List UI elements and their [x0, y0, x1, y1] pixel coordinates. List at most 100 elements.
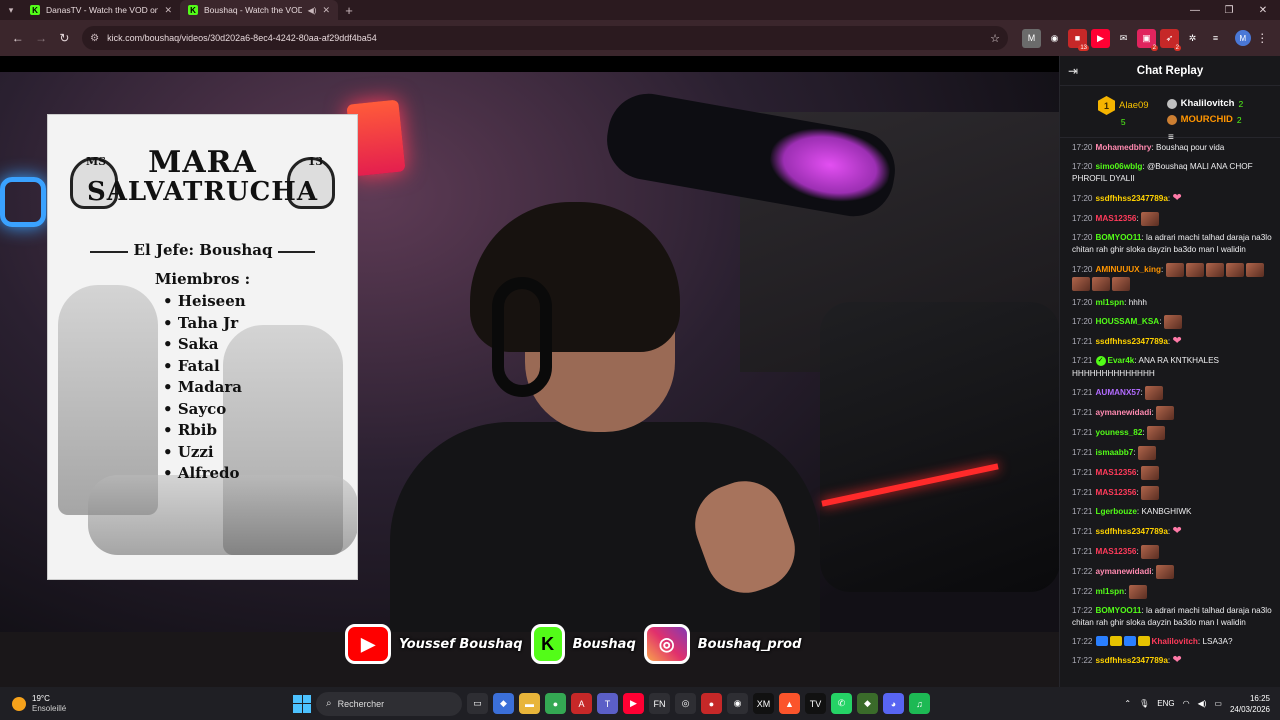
message-username[interactable]: ml1spn — [1096, 298, 1125, 307]
message-username[interactable]: ssdfhhss2347789a — [1096, 527, 1168, 536]
leaderboard-second[interactable]: Khalilovitch 2 — [1166, 98, 1243, 109]
minimize-icon[interactable]: — — [1178, 0, 1212, 20]
close-tab-icon[interactable]: ✕ — [164, 5, 172, 16]
profile-avatar[interactable]: M — [1235, 30, 1251, 46]
streamer — [390, 202, 820, 687]
message-time: 17:21 — [1072, 526, 1093, 536]
address-bar[interactable]: ⚙ kick.com/boushaq/videos/30d202a6-8ec4-… — [82, 26, 1009, 50]
explorer-icon[interactable]: ▬ — [519, 693, 540, 714]
heart-emote-icon: ❤ — [1172, 335, 1182, 347]
emote-icon — [1141, 466, 1160, 480]
message-username[interactable]: AMINUUUX_king — [1096, 265, 1162, 274]
chat-message: 17:21 MAS12356: — [1072, 466, 1272, 480]
teams-icon[interactable]: T — [597, 693, 618, 714]
message-time: 17:21 — [1072, 408, 1093, 418]
message-username[interactable]: Lgerbouze — [1096, 507, 1137, 516]
rocket-ext-icon[interactable]: ➶ 2 — [1160, 28, 1182, 51]
leaderboard-third[interactable]: MOURCHID 2 — [1166, 114, 1244, 125]
message-username[interactable]: ssdfhhss2347789a — [1096, 656, 1168, 665]
mic-icon[interactable]: 🎙 — [1139, 699, 1149, 708]
extension-glyph: ✉ — [1119, 32, 1128, 43]
message-username[interactable]: aymanewidadi — [1096, 567, 1152, 576]
close-tab-icon[interactable]: ✕ — [322, 5, 330, 16]
message-username[interactable]: ssdfhhss2347789a — [1096, 194, 1168, 203]
mail-ext-icon[interactable]: ✉ — [1114, 28, 1134, 48]
playlist-icon[interactable]: ≡ — [1206, 28, 1226, 48]
chrome-icon[interactable]: ● — [545, 693, 566, 714]
spotify-icon[interactable]: ♫ — [909, 693, 930, 714]
forward-button[interactable]: → — [29, 26, 52, 50]
chat-message: 17:20 Mohamedbhry: Boushaq pour vida — [1072, 142, 1272, 155]
m-ext-icon[interactable]: M — [1022, 28, 1042, 48]
language-indicator[interactable]: ENG — [1157, 699, 1174, 708]
emote-icon — [1141, 486, 1160, 500]
obs-icon[interactable]: ◉ — [727, 693, 748, 714]
message-username[interactable]: AUMANX57 — [1096, 388, 1141, 397]
record-icon[interactable]: ● — [701, 693, 722, 714]
member-item: Uzzi — [163, 442, 246, 464]
tradingview-icon[interactable]: TV — [805, 693, 826, 714]
message-username[interactable]: ml1spn — [1096, 587, 1125, 596]
cards-ext-icon[interactable]: ▣ 2 — [1137, 28, 1159, 51]
tab-search-icon[interactable]: ▾ — [0, 0, 22, 20]
message-username[interactable]: MAS12356 — [1096, 547, 1137, 556]
message-username[interactable]: youness_82 — [1096, 428, 1143, 437]
audio-playing-icon[interactable]: ◀) — [308, 6, 317, 15]
video-player[interactable]: MS 13 MARA SALVATRUCHA El Jefe: Boushaq … — [0, 72, 1059, 687]
yt-ext-icon[interactable]: ▶ — [1091, 28, 1111, 48]
taskview-icon[interactable]: ▭ — [467, 693, 488, 714]
whatsapp-icon[interactable]: ✆ — [831, 693, 852, 714]
poster-jefe: El Jefe: Boushaq — [128, 241, 278, 259]
taskbar-search[interactable]: ⌕ Rechercher — [316, 691, 462, 716]
message-username[interactable]: BOMYOO11 — [1096, 606, 1142, 615]
bookmark-star-icon[interactable]: ☆ — [990, 32, 1000, 45]
message-username[interactable]: HOUSSAM_KSA — [1096, 317, 1160, 326]
message-username[interactable]: Evar4k — [1108, 356, 1135, 365]
xm-icon[interactable]: XM — [753, 693, 774, 714]
brave-icon[interactable]: ▲ — [779, 693, 800, 714]
weather-widget[interactable]: 19°C Ensoleillé — [12, 694, 66, 714]
message-username[interactable]: MAS12356 — [1096, 488, 1137, 497]
fn-icon[interactable]: FN — [649, 693, 670, 714]
expand-leaderboard-icon[interactable]: ≡ — [1168, 132, 1174, 143]
message-username[interactable]: simo06wblg — [1096, 162, 1143, 171]
wifi-icon[interactable]: ◠ — [1183, 699, 1190, 708]
collapse-chat-icon[interactable]: ⇥ — [1068, 64, 1078, 78]
message-username[interactable]: Khalilovitch — [1152, 637, 1198, 646]
message-username[interactable]: aymanewidadi — [1096, 408, 1152, 417]
sound-icon[interactable]: ◉ — [1045, 28, 1065, 48]
message-username[interactable]: ismaabb7 — [1096, 448, 1134, 457]
copilot-icon[interactable]: ◆ — [493, 693, 514, 714]
message-username[interactable]: BOMYOO11 — [1096, 233, 1142, 242]
emote-icon — [1112, 276, 1130, 291]
battery-icon[interactable]: ▭ — [1214, 699, 1222, 708]
message-username[interactable]: ssdfhhss2347789a — [1096, 337, 1168, 346]
tray-overflow-icon[interactable]: ⌃ — [1124, 699, 1131, 708]
browser-menu-icon[interactable]: ⋮ — [1251, 26, 1274, 50]
message-username[interactable]: MAS12356 — [1096, 214, 1137, 223]
message-username[interactable]: Mohamedbhry — [1096, 143, 1152, 152]
kick-favicon-icon: K — [30, 5, 40, 15]
back-button[interactable]: ← — [6, 26, 29, 50]
leaderboard-first[interactable]: 1 Alae09 5 — [1098, 96, 1149, 127]
acrobat-icon[interactable]: A — [571, 693, 592, 714]
search-placeholder: Rechercher — [337, 698, 385, 709]
puzzle-icon[interactable]: ✲ — [1183, 28, 1203, 48]
message-username[interactable]: MAS12356 — [1096, 468, 1137, 477]
red-ext-icon[interactable]: ■ 13 — [1068, 28, 1090, 51]
shield-icon[interactable]: ◆ — [857, 693, 878, 714]
windows-start-icon[interactable] — [293, 694, 311, 713]
site-info-icon[interactable]: ⚙ — [90, 33, 99, 44]
discord-icon[interactable]: ◕ — [883, 693, 904, 714]
youtube-icon[interactable]: ▶ — [623, 693, 644, 714]
volume-icon[interactable]: ◀) — [1198, 699, 1207, 708]
clock[interactable]: 16:25 24/03/2026 — [1230, 693, 1270, 715]
tab-boushaq[interactable]: K Boushaq - Watch the VOD on Kick ◀) ✕ — [180, 0, 338, 20]
vpn-icon[interactable]: ◎ — [675, 693, 696, 714]
chat-message: 17:21 aymanewidadi: — [1072, 406, 1272, 420]
close-window-icon[interactable]: ✕ — [1246, 0, 1280, 20]
maximize-icon[interactable]: ❐ — [1212, 0, 1246, 20]
new-tab-button[interactable]: + — [338, 0, 360, 20]
tab-danastv[interactable]: K DanasTV - Watch the VOD on Kick ✕ — [22, 0, 180, 20]
reload-button[interactable]: ↻ — [53, 26, 76, 50]
